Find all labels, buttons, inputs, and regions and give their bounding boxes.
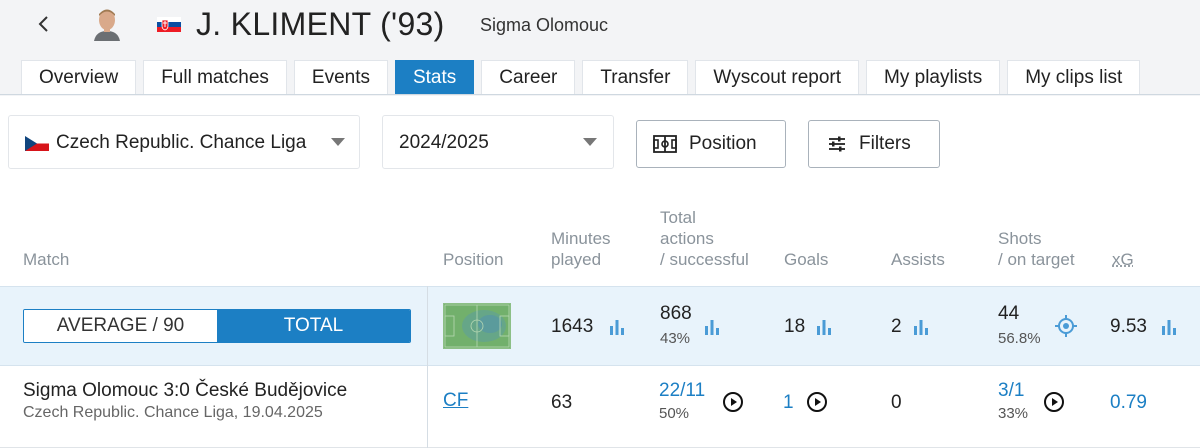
total-assists: 2	[891, 316, 902, 337]
match-xg[interactable]: 0.79	[1110, 392, 1147, 414]
club-name[interactable]: Sigma Olomouc	[480, 14, 608, 36]
header-xg-label: xG	[1112, 250, 1134, 269]
bar-chart-icon[interactable]	[912, 318, 930, 336]
match-subtitle: Czech Republic. Chance Liga, 19.04.2025	[23, 404, 323, 421]
czech-flag-icon	[25, 136, 49, 151]
tab-my-playlists[interactable]: My playlists	[866, 60, 1001, 94]
total-shots: 44	[998, 303, 1020, 324]
match-goals[interactable]: 1	[783, 392, 794, 414]
total-xg: 9.53	[1110, 316, 1147, 337]
header-assists[interactable]: Assists	[891, 249, 945, 270]
player-header: J. KLIMENT ('93) Sigma Olomouc Overview …	[0, 0, 1200, 95]
tab-overview[interactable]: Overview	[21, 60, 137, 94]
player-avatar	[92, 7, 122, 41]
total-option[interactable]: TOTAL	[217, 310, 410, 342]
total-minutes: 1643	[551, 316, 594, 337]
league-select[interactable]: Czech Republic. Chance Liga	[8, 115, 360, 169]
header-goals[interactable]: Goals	[784, 249, 828, 270]
header-minutes-line1[interactable]: Minutes	[551, 228, 611, 249]
play-icon[interactable]	[806, 391, 828, 413]
tab-stats[interactable]: Stats	[394, 60, 475, 94]
target-icon[interactable]	[1055, 315, 1077, 337]
season-select-value: 2024/2025	[399, 132, 489, 153]
total-shots-percent: 56.8%	[998, 330, 1041, 347]
slovakia-flag-icon	[157, 17, 181, 32]
match-position-link[interactable]: CF	[443, 390, 468, 412]
header-actions-line2[interactable]: actions	[660, 228, 714, 249]
bar-chart-icon[interactable]	[815, 318, 833, 336]
position-button-label: Position	[689, 133, 757, 154]
play-icon[interactable]	[722, 391, 744, 413]
tab-wyscout-report[interactable]: Wyscout report	[695, 60, 860, 94]
match-shots-percent: 33%	[998, 405, 1029, 422]
match-shots[interactable]: 3/1	[998, 380, 1024, 402]
header-actions-line1[interactable]: Total	[660, 207, 696, 228]
tab-my-clips-list[interactable]: My clips list	[1007, 60, 1141, 94]
tab-bar: Overview Full matches Events Stats Caree…	[21, 60, 1141, 94]
match-assists: 0	[891, 392, 902, 413]
header-actions-line3[interactable]: / successful	[660, 249, 749, 270]
match-title[interactable]: Sigma Olomouc 3:0 České Budějovice	[23, 380, 347, 402]
filter-bar: Czech Republic. Chance Liga 2024/2025 Po…	[0, 96, 1200, 192]
header-shots-line2[interactable]: / on target	[998, 249, 1075, 270]
filters-button[interactable]: Filters	[808, 120, 940, 168]
tab-full-matches[interactable]: Full matches	[143, 60, 287, 94]
play-icon[interactable]	[1043, 391, 1065, 413]
heatmap-pitch[interactable]	[443, 303, 511, 349]
position-button[interactable]: Position	[636, 120, 786, 168]
match-minutes: 63	[551, 392, 573, 413]
league-select-value: Czech Republic. Chance Liga	[56, 132, 307, 153]
sliders-icon	[827, 135, 847, 153]
tab-transfer[interactable]: Transfer	[582, 60, 689, 94]
pitch-icon	[653, 135, 677, 153]
match-actions[interactable]: 22/11	[659, 380, 705, 402]
tab-career[interactable]: Career	[481, 60, 576, 94]
header-match[interactable]: Match	[23, 249, 69, 270]
header-position[interactable]: Position	[443, 249, 503, 270]
filters-button-label: Filters	[859, 133, 911, 154]
back-arrow-icon[interactable]	[34, 12, 54, 36]
season-select[interactable]: 2024/2025	[382, 115, 614, 169]
average-per-90-option[interactable]: AVERAGE / 90	[24, 310, 217, 342]
total-actions-percent: 43%	[660, 330, 691, 347]
match-actions-percent: 50%	[659, 405, 690, 422]
tab-events[interactable]: Events	[293, 60, 388, 94]
bar-chart-icon[interactable]	[703, 318, 721, 336]
bar-chart-icon[interactable]	[1160, 318, 1178, 336]
player-name: J. KLIMENT ('93)	[196, 6, 445, 42]
chevron-down-icon	[583, 138, 597, 146]
stats-table: Match Position Minutes played Total acti…	[0, 192, 1200, 448]
header-minutes-line2[interactable]: played	[551, 249, 601, 270]
total-goals: 18	[784, 316, 806, 337]
total-actions: 868	[660, 303, 692, 324]
bar-chart-icon[interactable]	[608, 318, 626, 336]
average-total-toggle[interactable]: AVERAGE / 90 TOTAL	[23, 309, 411, 343]
table-row[interactable]: Sigma Olomouc 3:0 České Budějovice Czech…	[0, 366, 1200, 448]
header-shots-line1[interactable]: Shots	[998, 228, 1041, 249]
header-xg[interactable]: xG	[1112, 249, 1134, 270]
totals-row: AVERAGE / 90 TOTAL 1643 868 43% 18 2 44	[0, 286, 1200, 366]
column-divider	[427, 286, 428, 448]
chevron-down-icon	[331, 138, 345, 146]
